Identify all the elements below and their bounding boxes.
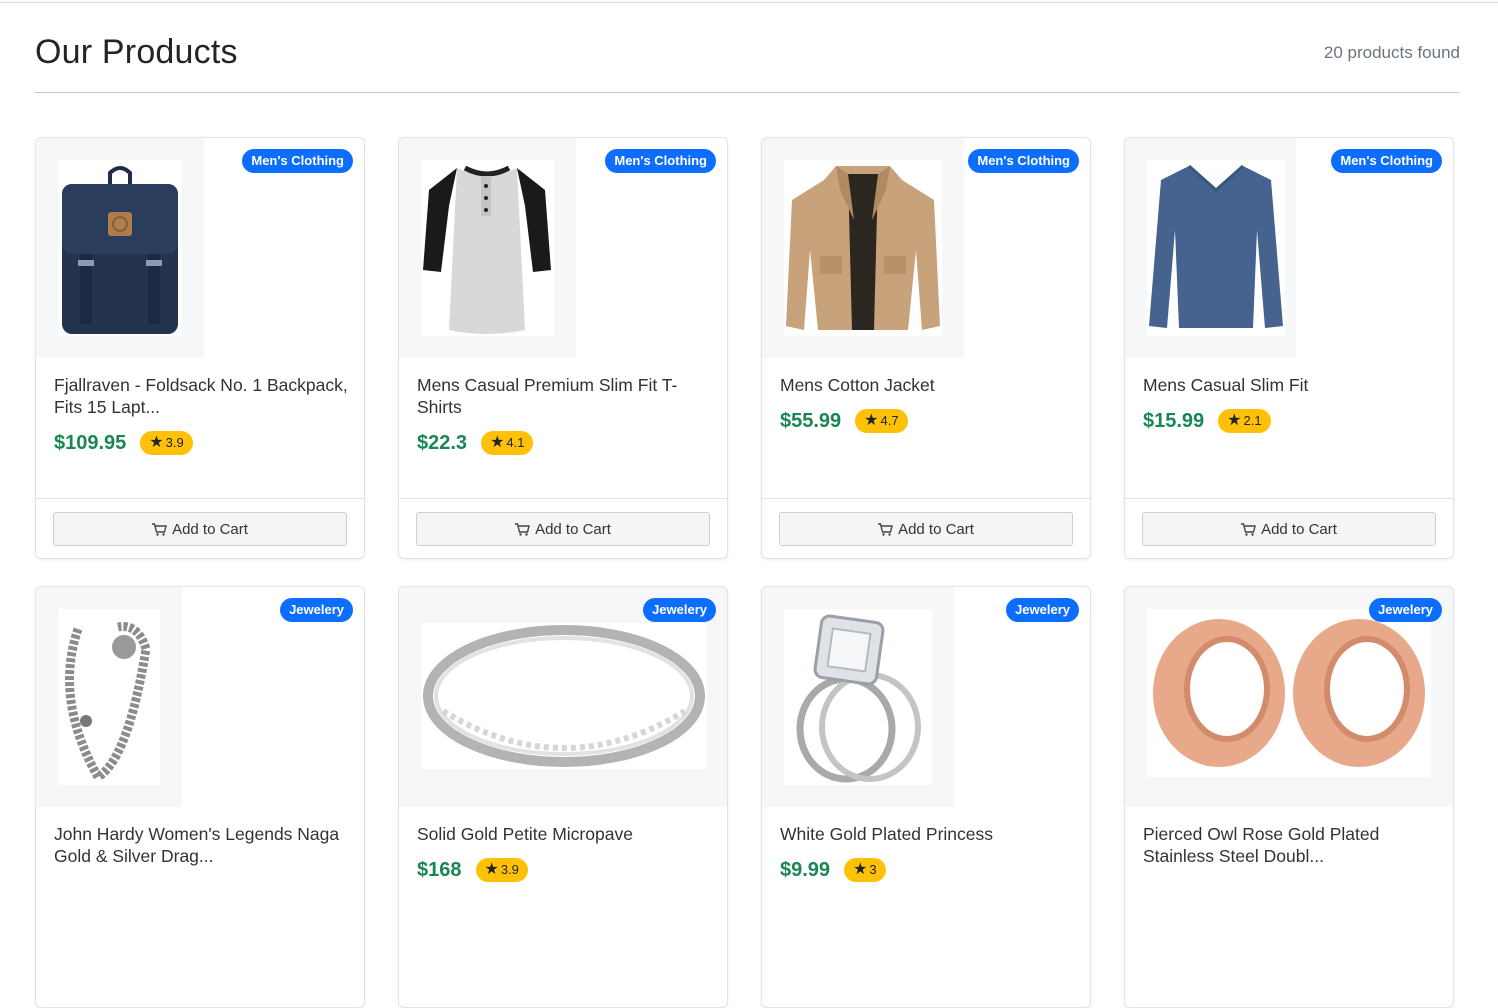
add-to-cart-button[interactable]: Add to Cart [416,512,710,546]
page-header: Our Products 20 products found [35,0,1460,93]
price-row: $15.99 ★ 2.1 [1143,409,1271,433]
rating-badge: ★ 3.9 [140,431,193,455]
star-icon: ★ [1227,412,1242,429]
product-price: $9.99 [780,858,831,881]
products-page: Our Products 20 products found Men's Clo… [35,0,1460,1008]
add-to-cart-button[interactable]: Add to Cart [779,512,1073,546]
rating-badge: ★ 2.1 [1218,409,1271,433]
rating-badge: ★ 3 [844,858,886,882]
price-row: $109.95 ★ 3.9 [54,431,193,455]
diamond-ring-image [784,609,932,785]
category-badge: Men's Clothing [1331,149,1442,173]
product-price: $55.99 [780,409,842,432]
product-count: 20 products found [1323,43,1460,62]
rating-badge: ★ 3.9 [475,858,528,882]
add-to-cart-button[interactable]: Add to Cart [1142,512,1436,546]
category-badge: Jewelery [643,598,716,622]
product-card[interactable]: Jewelery Solid Gold Petite Micropave $16… [398,586,728,1008]
cart-icon [152,522,167,536]
price-row: $55.99 ★ 4.7 [780,409,908,433]
raglan-shirt-image [421,160,554,336]
product-image-area[interactable] [399,138,576,358]
product-card[interactable]: Jewelery White Gold Plated Princess $9.9… [761,586,1091,1008]
jacket-image [784,160,942,336]
product-image-area[interactable] [762,587,954,807]
category-badge: Men's Clothing [605,149,716,173]
product-title: Mens Cotton Jacket [780,375,935,395]
product-image-area[interactable] [1125,138,1296,358]
cart-icon [515,522,530,536]
product-title: Pierced Owl Rose Gold Plated Stainless S… [1143,824,1380,866]
product-price: $15.99 [1143,409,1205,432]
category-badge: Jewelery [1369,598,1442,622]
star-icon: ★ [484,861,499,878]
page-title: Our Products [35,33,238,71]
ring-band-image [421,623,707,769]
bracelet-image [58,609,160,785]
product-card[interactable]: Men's Clothing Mens Casual Slim Fit $15.… [1124,137,1454,559]
product-title: Solid Gold Petite Micropave [417,824,633,844]
star-icon: ★ [490,434,505,451]
category-badge: Jewelery [280,598,353,622]
product-card[interactable]: Jewelery Pierced Owl Rose Gold Plated St… [1124,586,1454,1008]
backpack-image [58,160,182,336]
product-title: Mens Casual Slim Fit [1143,375,1309,395]
rating-badge: ★ 4.7 [855,409,908,433]
product-price: $168 [417,858,462,881]
ear-tunnels-image [1147,609,1431,777]
product-card[interactable]: Jewelery John Hardy Women's Legends Naga… [35,586,365,1008]
product-title: White Gold Plated Princess [780,824,994,844]
product-title: Fjallraven - Foldsack No. 1 Backpack, Fi… [54,375,348,417]
product-image-area[interactable] [762,138,964,358]
category-badge: Men's Clothing [968,149,1079,173]
product-price: $109.95 [54,431,127,454]
category-badge: Jewelery [1006,598,1079,622]
cart-icon [878,522,893,536]
star-icon: ★ [864,412,879,429]
product-card[interactable]: Men's Clothing Fjallraven - Foldsack No.… [35,137,365,559]
product-price: $22.3 [417,431,468,454]
price-row: $22.3 ★ 4.1 [417,431,534,455]
product-title: Mens Casual Premium Slim Fit T-Shirts [417,375,678,417]
product-image-area[interactable] [36,587,182,807]
cart-icon [1241,522,1256,536]
price-row: $9.99 ★ 3 [780,858,886,882]
star-icon: ★ [149,434,164,451]
product-card[interactable]: Men's Clothing Mens Cotton Jacket $55.99… [761,137,1091,559]
star-icon: ★ [853,861,868,878]
product-image-area[interactable] [36,138,204,358]
product-card[interactable]: Men's Clothing Mens Casual Premium Slim … [398,137,728,559]
price-row: $168 ★ 3.9 [417,858,528,882]
product-title: John Hardy Women's Legends Naga Gold & S… [54,824,340,866]
category-badge: Men's Clothing [242,149,353,173]
long-sleeve-shirt-image [1147,160,1285,336]
rating-badge: ★ 4.1 [481,431,534,455]
add-to-cart-button[interactable]: Add to Cart [53,512,347,546]
